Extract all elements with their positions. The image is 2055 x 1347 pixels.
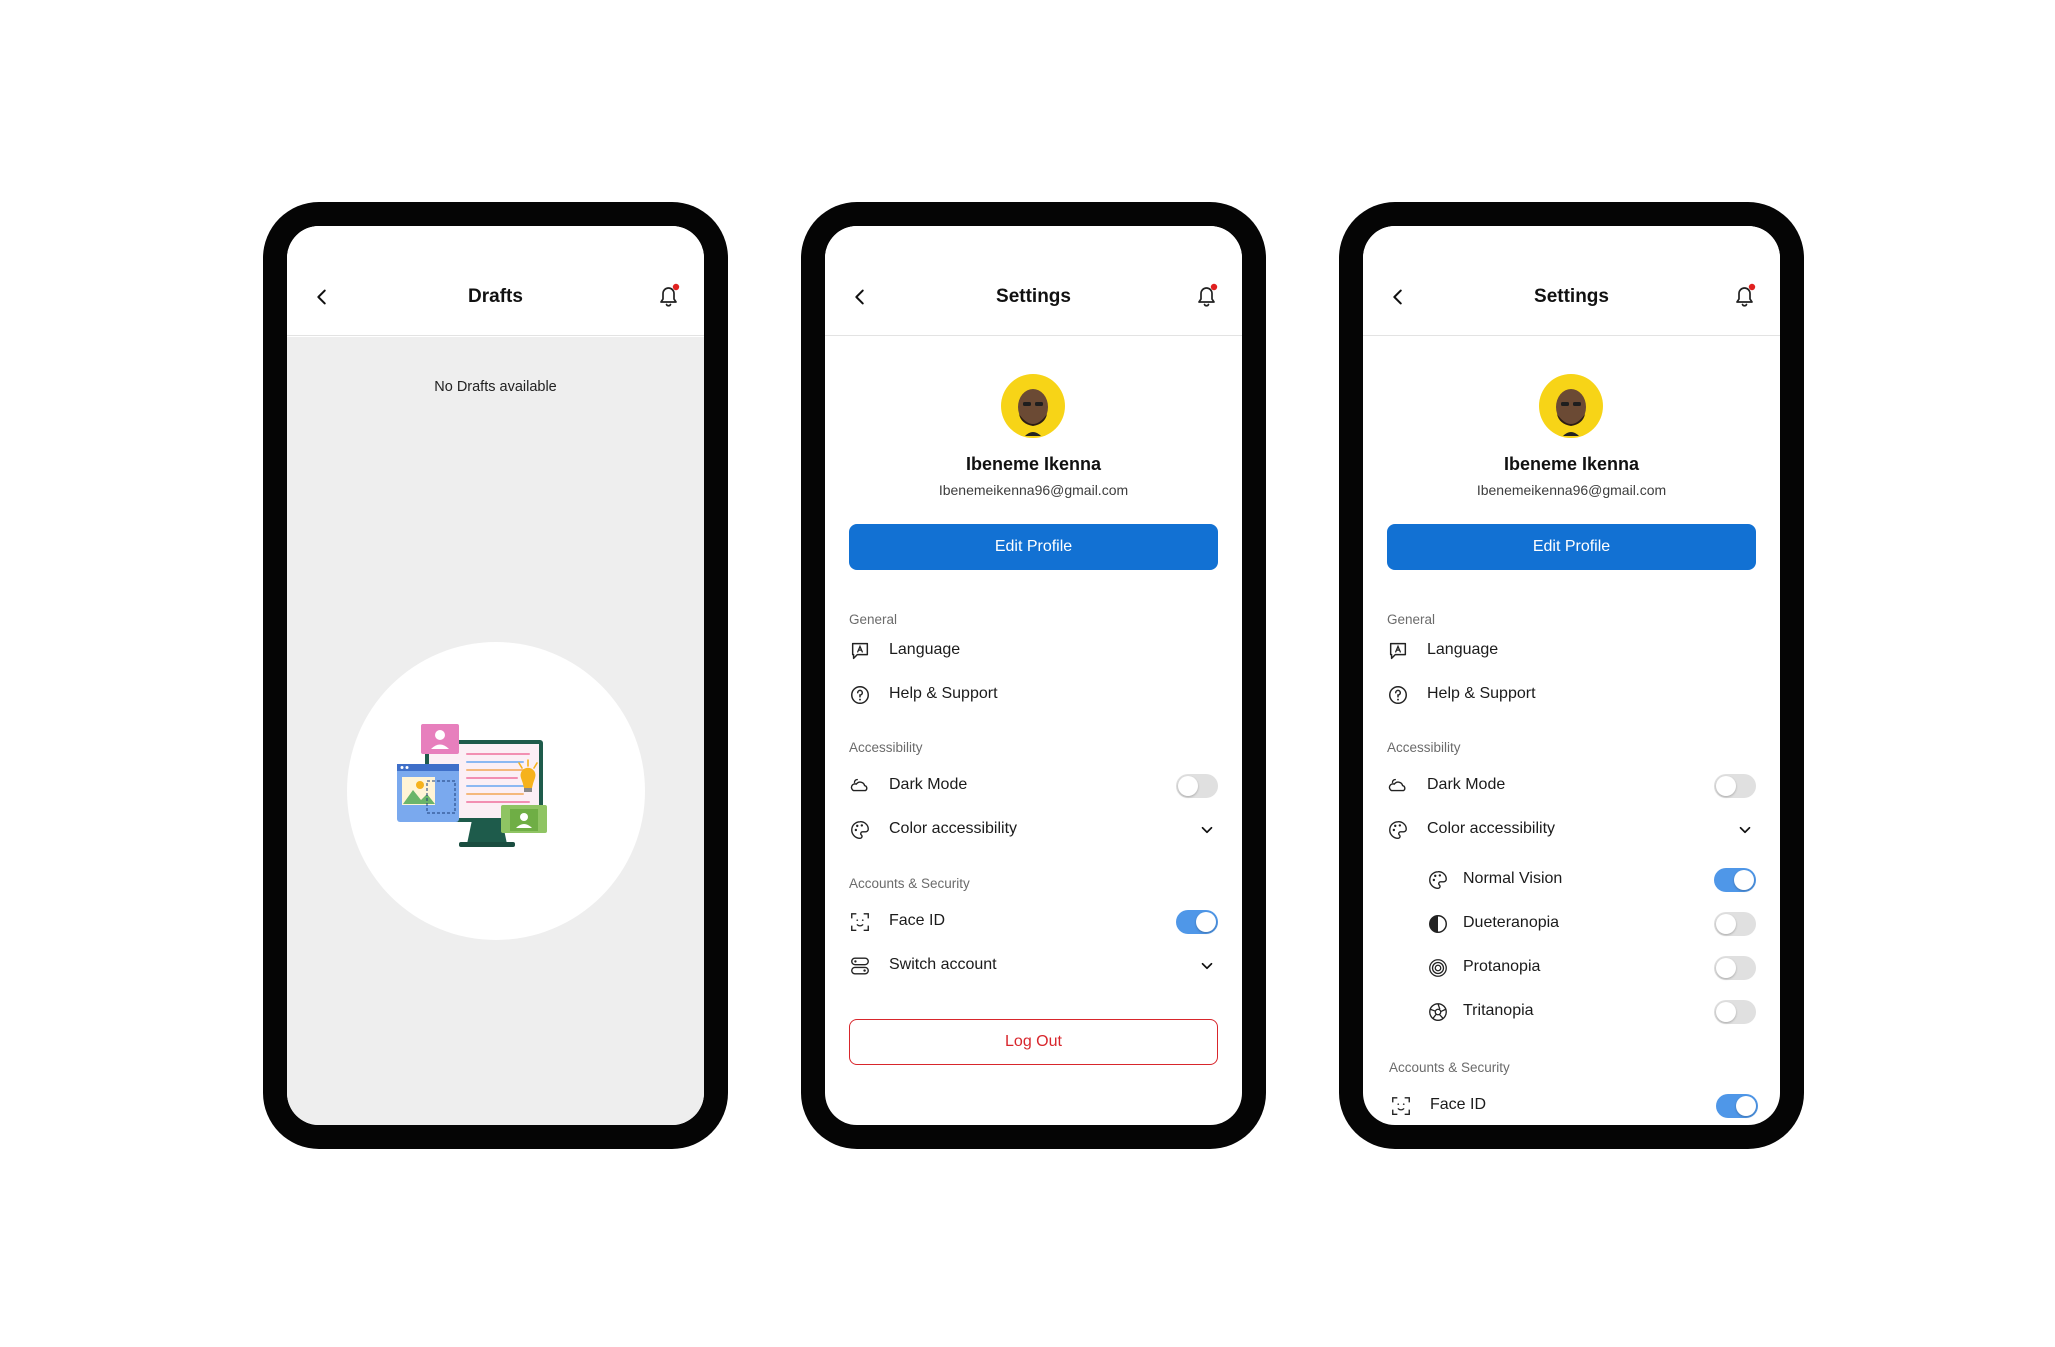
- profile-email: Ibenemeikenna96@gmail.com: [938, 482, 1129, 498]
- chevron-down-icon[interactable]: [1736, 821, 1754, 839]
- face-id-label: Face ID: [1430, 1096, 1487, 1113]
- face-id-row: Face ID: [1390, 1091, 1758, 1121]
- vision-option-protanopia: Protanopia: [1387, 953, 1756, 983]
- palette-icon: [1429, 871, 1447, 889]
- palette-icon: [851, 821, 869, 839]
- help-support-label: Help & Support: [889, 685, 998, 702]
- phone-frame-drafts: Drafts No Drafts available: [263, 202, 728, 1149]
- cloud-moon-icon: [850, 778, 868, 792]
- profile-name: Ibeneme Ikenna: [1503, 454, 1640, 474]
- switch-account-row[interactable]: Switch account: [849, 951, 1218, 981]
- dark-mode-label: Dark Mode: [1427, 776, 1506, 793]
- section-label-general: General: [1387, 612, 1436, 627]
- face-id-toggle[interactable]: [1716, 1094, 1758, 1118]
- page-title: Drafts: [468, 286, 523, 307]
- vision-option-label: Protanopia: [1463, 958, 1541, 975]
- drafts-illustration: [397, 724, 547, 847]
- app-header: Settings: [1363, 226, 1780, 336]
- help-icon: [1389, 686, 1407, 704]
- palette-icon: [1389, 821, 1407, 839]
- face-id-row: Face ID: [849, 907, 1218, 937]
- app-header: Drafts: [287, 226, 704, 336]
- avatar[interactable]: [1001, 374, 1065, 438]
- notification-bell-icon[interactable]: [1194, 282, 1220, 310]
- language-row[interactable]: Language: [1387, 636, 1756, 666]
- notification-bell-icon[interactable]: [656, 282, 682, 310]
- dark-mode-row: Dark Mode: [1387, 771, 1756, 801]
- settings-expanded-screen: Settings Ibeneme Ikenna Ibenemeikenna96@…: [1363, 226, 1780, 1125]
- face-id-label: Face ID: [889, 912, 946, 929]
- page-title: Settings: [1534, 286, 1609, 307]
- section-label-accounts: Accounts & Security: [1389, 1060, 1510, 1075]
- section-label-accounts: Accounts & Security: [849, 876, 970, 891]
- language-icon: [851, 642, 869, 660]
- page-title: Settings: [996, 286, 1071, 307]
- face-id-toggle[interactable]: [1176, 910, 1218, 934]
- tritanopia-toggle[interactable]: [1714, 1000, 1756, 1024]
- help-support-row[interactable]: Help & Support: [1387, 680, 1756, 710]
- help-icon: [851, 686, 869, 704]
- color-accessibility-row[interactable]: Color accessibility: [1387, 815, 1756, 845]
- normal-vision-toggle[interactable]: [1714, 868, 1756, 892]
- color-accessibility-label: Color accessibility: [889, 820, 1018, 837]
- vision-option-tritanopia: Tritanopia: [1387, 997, 1756, 1027]
- dark-mode-toggle[interactable]: [1714, 774, 1756, 798]
- empty-state-message: No Drafts available: [434, 379, 557, 395]
- app-header: Settings: [825, 226, 1242, 336]
- drafts-screen: Drafts No Drafts available: [287, 226, 704, 1125]
- switch-account-icon: [851, 957, 869, 975]
- switch-account-label: Switch account: [889, 956, 997, 973]
- edit-profile-button[interactable]: Edit Profile: [849, 524, 1218, 570]
- chevron-down-icon[interactable]: [1198, 957, 1216, 975]
- avatar[interactable]: [1539, 374, 1603, 438]
- phone-frame-settings-expanded: Settings Ibeneme Ikenna Ibenemeikenna96@…: [1339, 202, 1804, 1149]
- aperture-icon: [1429, 1003, 1447, 1021]
- section-label-general: General: [849, 612, 898, 627]
- drafts-content: No Drafts available: [287, 337, 704, 1125]
- vision-option-label: Tritanopia: [1463, 1002, 1534, 1019]
- language-row[interactable]: Language: [849, 636, 1218, 666]
- vision-option-dueteranopia: Dueteranopia: [1387, 909, 1756, 939]
- dueteranopia-toggle[interactable]: [1714, 912, 1756, 936]
- language-icon: [1389, 642, 1407, 660]
- vision-option-normal: Normal Vision: [1387, 865, 1756, 895]
- face-id-icon: [1392, 1097, 1410, 1115]
- phone-frame-settings: Settings Ibeneme Ikenna Ibenemeikenna96@…: [801, 202, 1266, 1149]
- notification-bell-icon[interactable]: [1732, 282, 1758, 310]
- section-label-accessibility: Accessibility: [1387, 740, 1461, 755]
- illustration-circle: [347, 642, 645, 940]
- language-label: Language: [1427, 641, 1499, 658]
- dark-mode-label: Dark Mode: [889, 776, 968, 793]
- dark-mode-row: Dark Mode: [849, 771, 1218, 801]
- dark-mode-toggle[interactable]: [1176, 774, 1218, 798]
- half-circle-icon: [1429, 915, 1447, 933]
- face-id-icon: [851, 913, 869, 931]
- logout-button[interactable]: Log Out: [849, 1019, 1218, 1065]
- color-accessibility-label: Color accessibility: [1427, 820, 1556, 837]
- cloud-moon-icon: [1388, 778, 1406, 792]
- profile-email: Ibenemeikenna96@gmail.com: [1476, 482, 1667, 498]
- target-icon: [1429, 959, 1447, 977]
- chevron-down-icon[interactable]: [1198, 821, 1216, 839]
- profile-name: Ibeneme Ikenna: [965, 454, 1102, 474]
- vision-option-label: Normal Vision: [1463, 870, 1563, 887]
- help-support-label: Help & Support: [1427, 685, 1536, 702]
- section-label-accessibility: Accessibility: [849, 740, 923, 755]
- protanopia-toggle[interactable]: [1714, 956, 1756, 980]
- help-support-row[interactable]: Help & Support: [849, 680, 1218, 710]
- language-label: Language: [889, 641, 961, 658]
- settings-screen: Settings Ibeneme Ikenna Ibenemeikenna96@…: [825, 226, 1242, 1125]
- edit-profile-button[interactable]: Edit Profile: [1387, 524, 1756, 570]
- vision-option-label: Dueteranopia: [1463, 914, 1560, 931]
- color-accessibility-row[interactable]: Color accessibility: [849, 815, 1218, 845]
